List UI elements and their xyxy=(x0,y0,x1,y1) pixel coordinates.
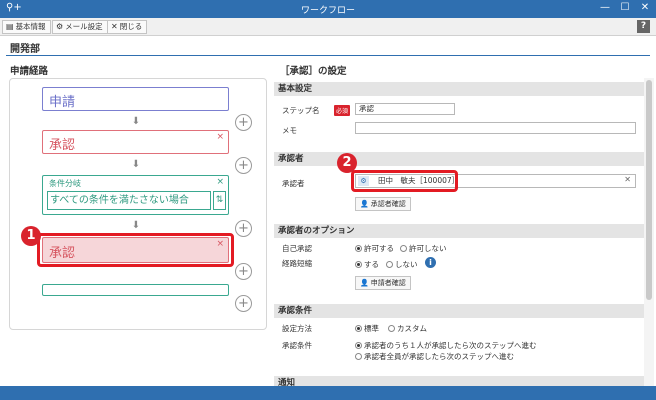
callout-badge-1: 1 xyxy=(21,226,41,246)
self-deny-label: 許可しない xyxy=(409,244,447,253)
condition-label: 承認条件 xyxy=(282,341,312,350)
add-step-icon[interactable]: + xyxy=(235,157,252,174)
condition-title: 条件分岐 xyxy=(49,179,81,188)
clear-icon[interactable]: ✕ xyxy=(624,175,631,185)
highlight-frame-2 xyxy=(351,170,458,192)
mail-settings-label: メール設定 xyxy=(65,22,103,31)
arrow-down-icon: ⬇ xyxy=(131,116,141,127)
basic-settings-header: 基本設定 xyxy=(274,82,644,96)
cond-all-radio[interactable]: 承認者全員が承認したら次のステップへ進む xyxy=(355,351,514,362)
settings-scrollbar[interactable] xyxy=(644,78,654,386)
arrow-down-icon: ⬇ xyxy=(131,159,141,170)
cond-one-radio[interactable]: 承認者のうち１人が承認したら次のステップへ進む xyxy=(355,340,537,351)
radio-selected[interactable] xyxy=(355,245,362,252)
shortcut-no-label: しない xyxy=(395,260,418,269)
window-footer xyxy=(0,386,656,400)
notify-header: 通知 xyxy=(274,376,644,386)
close-window-icon[interactable]: ✕ xyxy=(636,2,654,13)
settings-heading: ［承認］の設定 xyxy=(280,66,347,77)
step-apply-label: 申請 xyxy=(49,95,76,110)
flow-heading: 申請経路 xyxy=(10,66,49,77)
required-badge: 必須 xyxy=(334,105,351,116)
method-standard-label: 標準 xyxy=(364,324,379,333)
add-step-icon[interactable]: + xyxy=(235,263,252,280)
method-custom-label: カスタム xyxy=(397,324,427,333)
step-approve-1-label: 承認 xyxy=(49,138,76,153)
close-label: 閉じる xyxy=(119,22,143,31)
memo-input[interactable] xyxy=(355,122,636,134)
person-icon: 👤 xyxy=(360,279,369,287)
person-icon: 👤 xyxy=(360,200,369,208)
step-name-label: ステップ名 xyxy=(282,106,320,115)
settings-panel[interactable]: 基本設定 ステップ名 必須 承認 メモ 承認者 承認者 ⚙ 田中 敏夫［1000… xyxy=(274,78,644,386)
remove-condition-icon[interactable]: × xyxy=(216,177,224,187)
step-name-input[interactable]: 承認 xyxy=(355,103,455,115)
radio-selected[interactable] xyxy=(355,342,362,349)
header-divider xyxy=(6,55,650,56)
shortcut-yes-radio[interactable]: する xyxy=(355,259,379,270)
shortcut-yes-label: する xyxy=(364,260,379,269)
basic-info-button[interactable]: ▤ 基本情報 xyxy=(2,20,51,34)
applicant-confirm-label: 申請者確認 xyxy=(370,279,406,287)
cond-one-label: 承認者のうち１人が承認したら次のステップへ進む xyxy=(364,341,537,350)
add-step-icon[interactable]: + xyxy=(235,220,252,237)
step-apply[interactable]: 申請 xyxy=(42,87,229,111)
applicant-confirm-button[interactable]: 👤 申請者確認 xyxy=(355,276,411,290)
memo-label: メモ xyxy=(282,126,297,135)
step-condition[interactable]: 条件分岐 × すべての条件を満たさない場合 ⇅ xyxy=(42,175,229,215)
approver-options-header: 承認者のオプション xyxy=(274,224,644,238)
callout-badge-2: 2 xyxy=(337,153,357,173)
add-step-icon[interactable]: + xyxy=(235,295,252,312)
step-approve-1[interactable]: 承認 × xyxy=(42,130,229,154)
window-title: ワークフロー xyxy=(300,6,355,16)
cond-all-label: 承認者全員が承認したら次のステップへ進む xyxy=(364,352,514,361)
method-label: 設定方法 xyxy=(282,324,312,333)
document-icon: ▤ xyxy=(6,22,14,31)
radio-unselected[interactable] xyxy=(400,245,407,252)
arrow-down-icon: ⬇ xyxy=(131,220,141,231)
window-titlebar: ⚲+ ワークフロー — ☐ ✕ xyxy=(0,0,656,18)
self-deny-radio[interactable]: 許可しない xyxy=(400,243,447,254)
shortcut-no-radio[interactable]: しない xyxy=(386,259,418,270)
condition-default-branch[interactable]: すべての条件を満たさない場合 xyxy=(47,191,211,210)
help-icon[interactable]: ? xyxy=(637,20,650,33)
approver-header: 承認者 xyxy=(274,152,644,166)
approval-conditions-header: 承認条件 xyxy=(274,304,644,318)
flow-panel: 申請 ⬇ + 承認 × ⬇ + 条件分岐 × すべての条件を満たさない場合 ⇅ … xyxy=(9,78,267,330)
radio-unselected[interactable] xyxy=(355,353,362,360)
approver-label: 承認者 xyxy=(282,179,305,188)
add-step-icon[interactable]: + xyxy=(235,114,252,131)
info-icon[interactable]: i xyxy=(425,257,436,268)
gear-icon: ⚙ xyxy=(56,22,64,31)
self-allow-radio[interactable]: 許可する xyxy=(355,243,394,254)
maximize-icon[interactable]: ☐ xyxy=(616,2,634,13)
approver-confirm-button[interactable]: 👤 承認者確認 xyxy=(355,197,411,211)
remove-step-icon[interactable]: × xyxy=(216,132,224,142)
minimize-icon[interactable]: — xyxy=(596,2,614,13)
radio-unselected[interactable] xyxy=(386,261,393,268)
method-custom-radio[interactable]: カスタム xyxy=(388,323,427,334)
close-button[interactable]: ✕ 閉じる xyxy=(107,20,148,34)
radio-selected[interactable] xyxy=(355,325,362,332)
mail-settings-button[interactable]: ⚙ メール設定 xyxy=(52,20,108,34)
highlight-frame-1 xyxy=(37,233,234,267)
scrollbar-thumb[interactable] xyxy=(646,80,652,300)
radio-selected[interactable] xyxy=(355,261,362,268)
close-icon: ✕ xyxy=(111,22,118,31)
page-header: 開発部 xyxy=(0,36,656,56)
step-empty[interactable] xyxy=(42,284,229,296)
self-approve-label: 自己承認 xyxy=(282,244,312,253)
approver-confirm-label: 承認者確認 xyxy=(370,200,406,208)
shortcut-label: 経路短縮 xyxy=(282,259,312,268)
basic-info-label: 基本情報 xyxy=(15,22,46,31)
radio-unselected[interactable] xyxy=(388,325,395,332)
swap-icon[interactable]: ⇅ xyxy=(213,191,226,210)
page-title: 開発部 xyxy=(10,44,40,55)
toolbar: ▤ 基本情報 ⚙ メール設定 ✕ 閉じる ? xyxy=(0,18,656,36)
self-allow-label: 許可する xyxy=(364,244,394,253)
method-standard-radio[interactable]: 標準 xyxy=(355,323,379,334)
